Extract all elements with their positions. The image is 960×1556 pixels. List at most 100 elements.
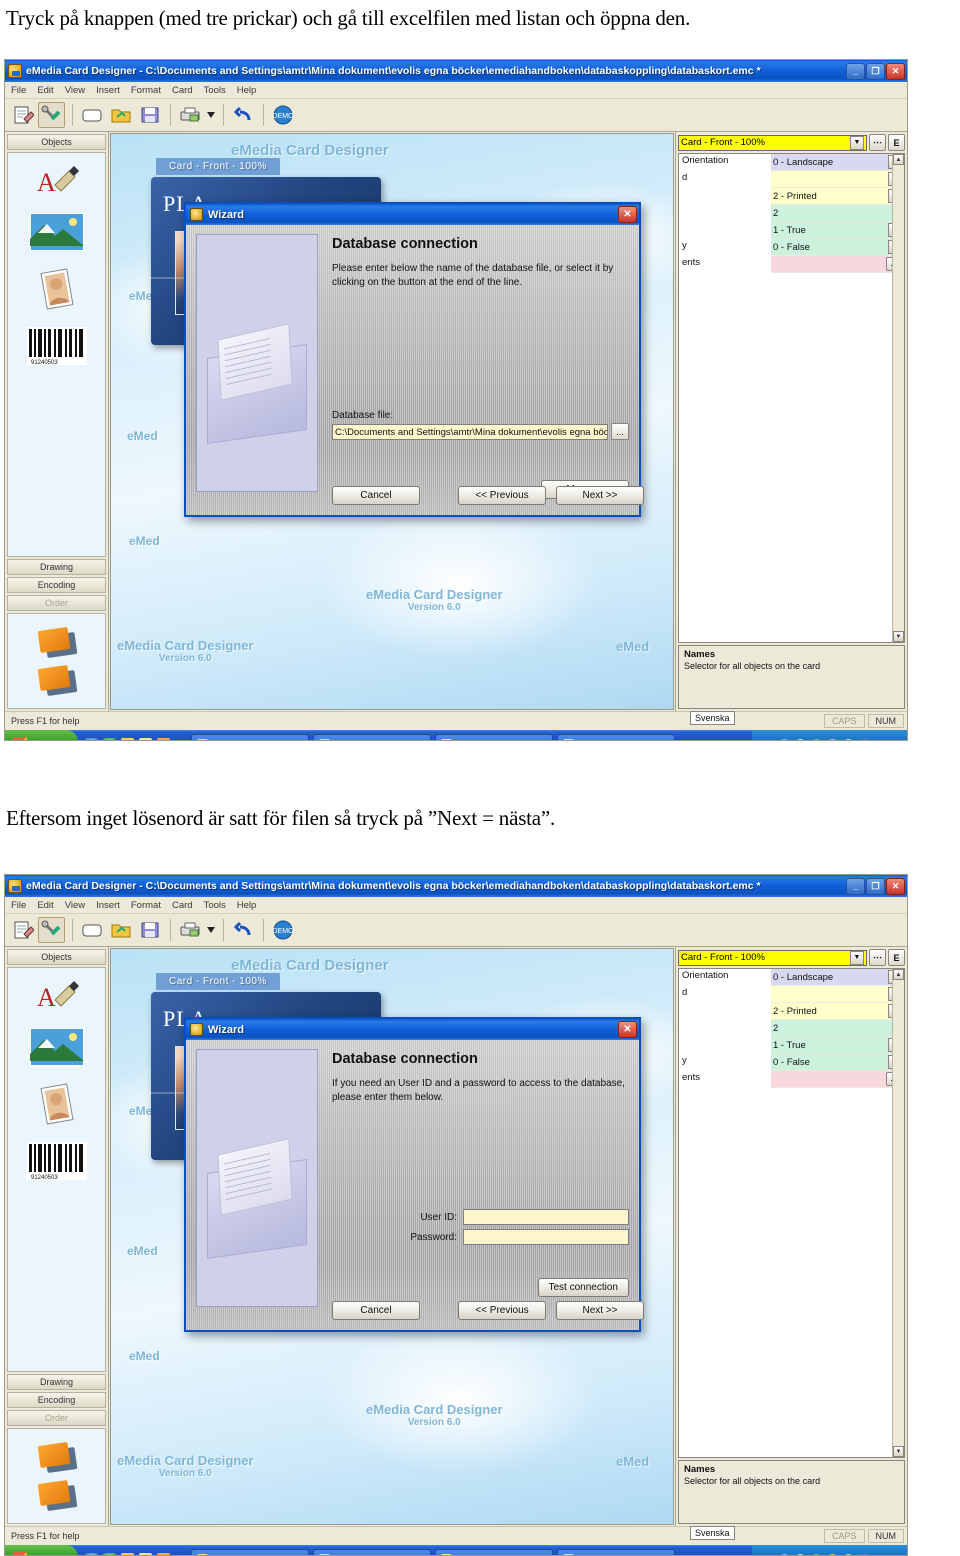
wizard-close-button[interactable]: ✕: [618, 1021, 637, 1038]
refresh-icon[interactable]: [103, 738, 116, 742]
design-tools-icon[interactable]: [38, 102, 65, 128]
text-object-icon[interactable]: A: [35, 163, 79, 199]
save-icon[interactable]: [136, 917, 163, 943]
ie-icon[interactable]: [85, 1553, 98, 1556]
property-value[interactable]: ...: [771, 1071, 904, 1088]
taskbar-item-attgora[interactable]: Att göra en - Mic...: [557, 734, 675, 742]
taskbar-item-databaskoppling[interactable]: databaskoppling: [435, 1549, 553, 1556]
menu-item-edit[interactable]: Edit: [37, 900, 53, 911]
table-row[interactable]: Orientation 0 - Landscape▼: [679, 154, 904, 171]
scroll-down-icon[interactable]: ▼: [893, 631, 904, 642]
card-view-tab[interactable]: Card - Front - 100%: [156, 158, 280, 175]
table-row[interactable]: Orientation 0 - Landscape▼: [679, 969, 904, 986]
design-canvas-2[interactable]: eMedia Card Designer eMed eMedia Card De…: [110, 948, 674, 1525]
table-row[interactable]: y 0 - False▼: [679, 239, 904, 256]
volume-icon[interactable]: [779, 739, 790, 742]
print-icon[interactable]: [176, 102, 203, 128]
menu-item-format[interactable]: Format: [131, 85, 161, 96]
clock[interactable]: 16:33: [877, 739, 901, 742]
close-button[interactable]: ✕: [886, 63, 905, 80]
taskbar-item-attgora[interactable]: Att göra en - Mic...: [557, 1549, 675, 1556]
menu-item-edit[interactable]: Edit: [37, 85, 53, 96]
undo-icon[interactable]: [229, 102, 256, 128]
wizard-dialog[interactable]: Wizard ✕ Database connection Please ente…: [184, 202, 641, 517]
close-button[interactable]: ✕: [886, 878, 905, 895]
property-value[interactable]: 2 - Printed▼: [771, 188, 904, 205]
menu-item-help[interactable]: Help: [237, 900, 257, 911]
userid-input[interactable]: [463, 1209, 629, 1225]
property-selector[interactable]: Card - Front - 100% ▼: [678, 950, 867, 966]
taskbar-item-inkorgen[interactable]: Inkorgen - Micro...: [191, 734, 309, 742]
taskbar-item-emedia[interactable]: eMedia Card Des...: [313, 734, 431, 742]
lightning-icon[interactable]: [157, 738, 170, 742]
property-value[interactable]: ▼: [771, 171, 904, 188]
minimize-button[interactable]: _: [846, 63, 865, 80]
blank-card-icon[interactable]: [78, 917, 105, 943]
property-value[interactable]: 1 - True▼: [771, 222, 904, 239]
blank-card-icon[interactable]: [78, 102, 105, 128]
property-selector[interactable]: Card - Front - 100% ▼: [678, 135, 867, 151]
update-icon[interactable]: [827, 739, 838, 742]
card-back-icon[interactable]: [36, 1481, 78, 1509]
explorer-icon[interactable]: [139, 738, 152, 742]
cancel-button[interactable]: Cancel: [332, 1301, 420, 1320]
table-row[interactable]: 2 - Printed▼: [679, 188, 904, 205]
undo-icon[interactable]: [229, 917, 256, 943]
more-quicklaunch-icon[interactable]: »: [175, 739, 181, 742]
text-object-icon[interactable]: A: [35, 978, 79, 1014]
drawing-button[interactable]: Drawing: [7, 1374, 106, 1390]
photo-object-icon[interactable]: [37, 1082, 77, 1128]
menu-item-card[interactable]: Card: [172, 85, 193, 96]
table-row[interactable]: 2: [679, 205, 904, 222]
categorize-icon[interactable]: E: [888, 949, 905, 966]
property-value[interactable]: 1 - True▼: [771, 1037, 904, 1054]
next-button[interactable]: Next >>: [556, 1301, 644, 1320]
property-scrollbar[interactable]: ▲ ▼: [892, 154, 904, 642]
menu-item-tools[interactable]: Tools: [204, 85, 226, 96]
password-input[interactable]: [463, 1229, 629, 1245]
database-file-input[interactable]: C:\Documents and Settings\amtr\Mina doku…: [332, 424, 608, 440]
menu-item-tools[interactable]: Tools: [204, 900, 226, 911]
menu-item-help[interactable]: Help: [237, 85, 257, 96]
restore-button[interactable]: ❐: [866, 63, 885, 80]
previous-button[interactable]: << Previous: [458, 486, 546, 505]
encoding-button[interactable]: Encoding: [7, 1392, 106, 1408]
property-grid[interactable]: Orientation 0 - Landscape▼ d ▼ 2 - Print…: [678, 968, 905, 1458]
taskbar-item-databaskoppling[interactable]: databaskoppling: [435, 734, 553, 742]
chevron-down-icon[interactable]: ▼: [850, 951, 864, 965]
save-icon[interactable]: [136, 102, 163, 128]
card-front-icon[interactable]: [36, 628, 78, 656]
table-row[interactable]: d ▼: [679, 171, 904, 188]
demo-icon[interactable]: DEMO: [269, 917, 296, 943]
new-card-icon[interactable]: [9, 917, 36, 943]
menu-item-format[interactable]: Format: [131, 900, 161, 911]
sort-icon[interactable]: ⋯: [869, 134, 886, 151]
chevron-down-icon[interactable]: ▼: [850, 136, 864, 150]
categorize-icon[interactable]: E: [888, 134, 905, 151]
card-view-tab[interactable]: Card - Front - 100%: [156, 973, 280, 990]
property-value[interactable]: 0 - False▼: [771, 1054, 904, 1071]
design-tools-icon[interactable]: [38, 917, 65, 943]
taskbar-item-emedia[interactable]: eMedia Card Des...: [313, 1549, 431, 1556]
media-icon[interactable]: [121, 1553, 134, 1556]
table-row[interactable]: ents ...: [679, 256, 904, 273]
card-back-icon[interactable]: [36, 666, 78, 694]
photo-object-icon[interactable]: [37, 267, 77, 313]
menu-item-view[interactable]: View: [65, 900, 85, 911]
explorer-icon[interactable]: [139, 1553, 152, 1556]
restore-button[interactable]: ❐: [866, 878, 885, 895]
property-value[interactable]: ▼: [771, 986, 904, 1003]
taskbar-item-inkorgen[interactable]: Inkorgen - Micro...: [191, 1549, 309, 1556]
table-row[interactable]: y 0 - False▼: [679, 1054, 904, 1071]
next-button[interactable]: Next >>: [556, 486, 644, 505]
property-value[interactable]: 0 - False▼: [771, 239, 904, 256]
demo-icon[interactable]: DEMO: [269, 102, 296, 128]
property-value[interactable]: 2 - Printed▼: [771, 1003, 904, 1020]
open-folder-icon[interactable]: [107, 917, 134, 943]
wizard-close-button[interactable]: ✕: [618, 206, 637, 223]
menu-item-insert[interactable]: Insert: [96, 85, 120, 96]
usb-icon[interactable]: [859, 739, 870, 742]
shield-icon[interactable]: [811, 739, 822, 742]
lightning-icon[interactable]: [157, 1553, 170, 1556]
new-card-icon[interactable]: [9, 102, 36, 128]
